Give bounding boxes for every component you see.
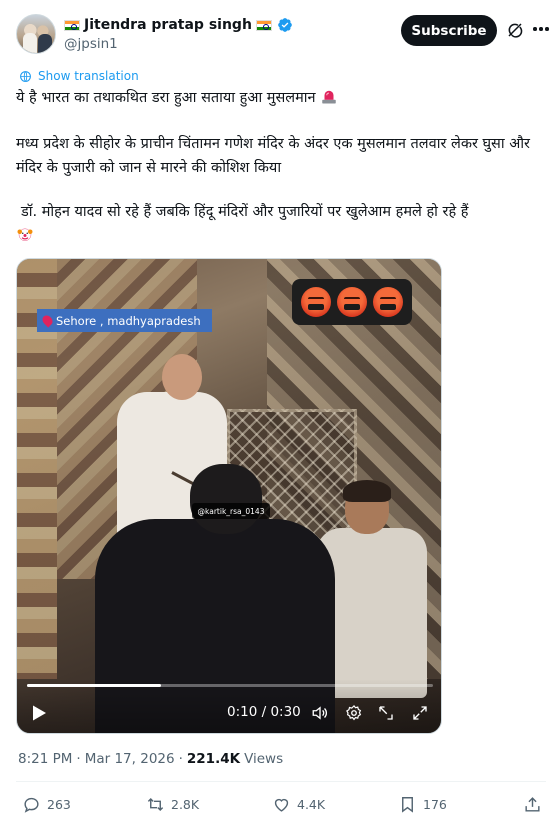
avatar[interactable] xyxy=(16,14,56,54)
author-handle[interactable]: @jpsin1 xyxy=(64,36,118,52)
pop-out-icon[interactable] xyxy=(377,704,395,722)
like-count: 4.4K xyxy=(297,797,326,812)
divider xyxy=(16,781,546,782)
show-translation-link[interactable]: Show translation xyxy=(19,69,139,83)
reply-count: 263 xyxy=(47,797,71,812)
repost-icon xyxy=(147,797,164,812)
more-icon[interactable] xyxy=(530,18,552,40)
views-count: 221.4K xyxy=(186,751,241,767)
reply-icon xyxy=(24,797,39,813)
views-label: Views xyxy=(244,751,284,767)
tweet-text-line-3: डॉ. मोहन यादव सो रहे हैं जबकि हिंदू मंदि… xyxy=(16,200,548,248)
repost-count: 2.8K xyxy=(171,797,200,812)
show-translation-label[interactable]: Show translation xyxy=(38,69,139,83)
settings-gear-icon[interactable] xyxy=(345,704,363,722)
meta-separator: · xyxy=(76,751,81,767)
angry-emoji xyxy=(301,287,331,317)
fullscreen-icon[interactable] xyxy=(411,704,429,722)
share-button[interactable] xyxy=(523,795,542,814)
india-flag-icon xyxy=(255,19,272,31)
video-location-tag: Sehore , madhyapradesh xyxy=(37,309,212,332)
video-location-label: Sehore , madhyapradesh xyxy=(56,313,201,328)
tweet-video[interactable]: Sehore , madhyapradesh @kartik_rsa_0143 … xyxy=(16,258,442,734)
tweet-text-line-2: मध्य प्रदेश के सीहोर के प्राचीन चिंतामन … xyxy=(16,136,530,176)
author-display-name[interactable]: Jitendra pratap singh xyxy=(84,17,252,33)
subscribe-button[interactable]: Subscribe xyxy=(401,15,497,46)
meta-separator: · xyxy=(178,751,183,767)
verified-badge-icon xyxy=(278,18,292,32)
author-name-row[interactable]: Jitendra pratap singh xyxy=(64,15,293,35)
tweet-date[interactable]: Mar 17, 2026 xyxy=(85,751,175,767)
video-time-display: 0:10 / 0:30 xyxy=(227,704,301,720)
tweet-actions: 263 2.8K 4.4K 176 xyxy=(0,795,557,820)
tweet-text-line-1: ये है भारत का तथाकथित डरा हुआ सताया हुआ … xyxy=(16,86,548,110)
angry-emoji xyxy=(373,287,403,317)
tweet-text-1: ये है भारत का तथाकथित डरा हुआ सताया हुआ … xyxy=(16,90,316,106)
angry-emoji xyxy=(337,287,367,317)
play-icon[interactable] xyxy=(31,704,47,722)
grok-icon[interactable] xyxy=(506,21,524,39)
translate-icon xyxy=(20,70,31,82)
video-progress-fill xyxy=(27,684,161,687)
bookmark-count: 176 xyxy=(423,797,447,812)
india-flag-icon xyxy=(64,19,80,31)
share-icon xyxy=(525,797,540,812)
heart-icon xyxy=(274,798,289,812)
tweet-text-3: डॉ. मोहन यादव सो रहे हैं जबकि हिंदू मंदि… xyxy=(21,204,469,220)
video-controls: 0:10 / 0:30 xyxy=(17,679,441,733)
tweet-meta: 8:21 PM · Mar 17, 2026 · 221.4K Views xyxy=(18,751,283,767)
repost-button[interactable]: 2.8K xyxy=(146,795,199,814)
like-button[interactable]: 4.4K xyxy=(272,795,325,814)
siren-emoji xyxy=(322,90,336,104)
clown-emoji xyxy=(17,228,33,241)
location-pin-icon xyxy=(40,313,55,328)
bookmark-icon xyxy=(402,797,413,813)
reply-button[interactable]: 263 xyxy=(22,795,71,814)
bookmark-button[interactable]: 176 xyxy=(398,795,447,814)
video-watermark: @kartik_rsa_0143 xyxy=(192,503,270,519)
video-progress-bar[interactable] xyxy=(27,684,433,687)
tweet-time[interactable]: 8:21 PM xyxy=(18,751,72,767)
tweet-header: Jitendra pratap singh @jpsin1 Subscribe xyxy=(16,12,549,56)
volume-icon[interactable] xyxy=(311,704,329,722)
video-emoji-overlay xyxy=(292,279,412,325)
